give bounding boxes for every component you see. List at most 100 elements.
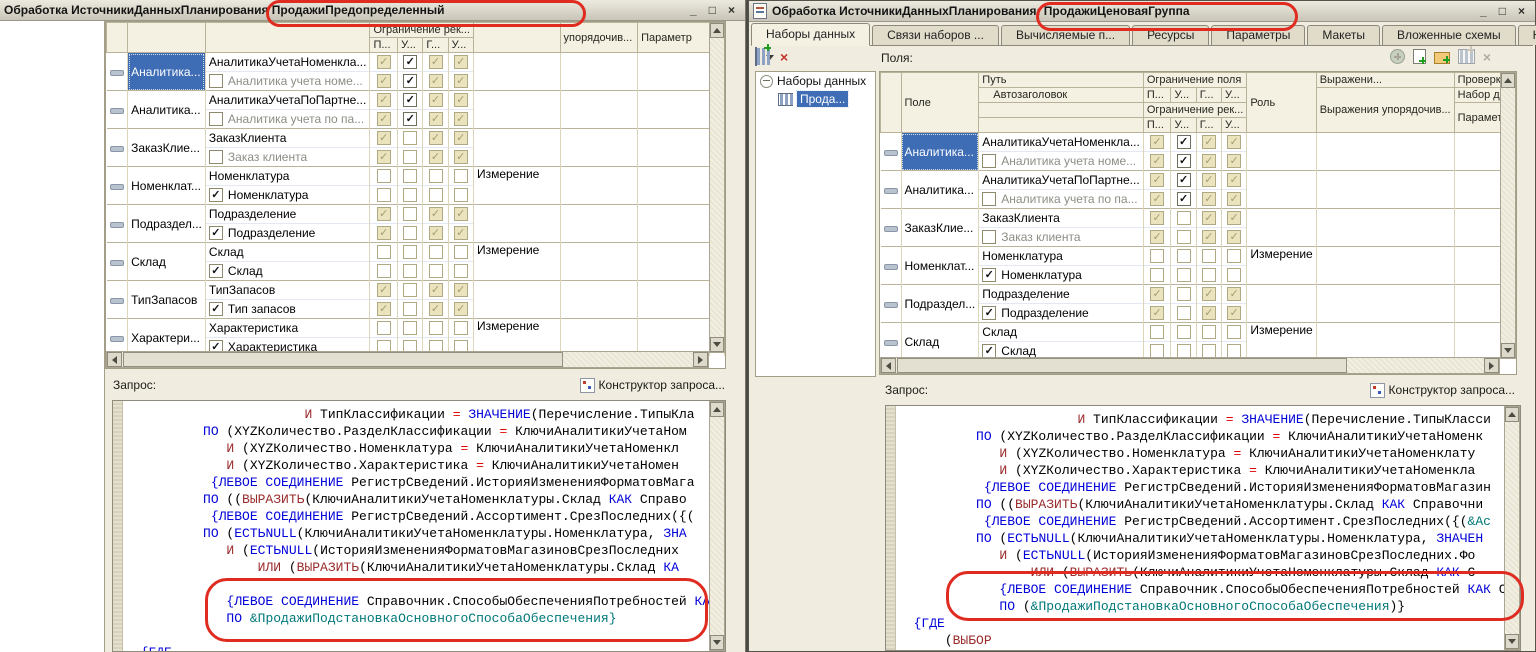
empty-cell[interactable]: [1316, 247, 1454, 285]
field-path-cell[interactable]: АналитикаУчетаПоПартне...: [205, 91, 370, 110]
restriction-checkbox[interactable]: [1227, 192, 1241, 206]
drag-handle-icon[interactable]: [884, 188, 898, 194]
restriction-checkbox[interactable]: [1227, 173, 1241, 187]
query-editor-left[interactable]: И ТипКлассификации = ЗНАЧЕНИЕ(Перечислен…: [112, 400, 726, 652]
restriction-checkbox[interactable]: [1202, 192, 1216, 206]
restriction-cell[interactable]: [448, 300, 473, 319]
empty-cell[interactable]: [638, 281, 710, 319]
add-field-button[interactable]: [1390, 49, 1405, 64]
scroll-right-button[interactable]: [1484, 358, 1499, 373]
restriction-cell[interactable]: [398, 148, 423, 167]
restriction-checkbox[interactable]: [377, 112, 391, 126]
restriction-checkbox[interactable]: [377, 207, 391, 221]
restriction-checkbox[interactable]: [1150, 173, 1164, 187]
add-dataset-button[interactable]: [755, 48, 757, 66]
field-row-main[interactable]: Аналитика...АналитикаУчетаНоменкла...: [881, 133, 1518, 152]
restriction-checkbox[interactable]: [429, 74, 443, 88]
restriction-checkbox[interactable]: [429, 283, 443, 297]
empty-cell[interactable]: [1316, 285, 1454, 323]
vertical-scrollbar[interactable]: [709, 22, 725, 353]
restriction-checkbox[interactable]: [1227, 306, 1241, 320]
restriction-checkbox[interactable]: [454, 188, 468, 202]
row-handle-cell[interactable]: [881, 323, 902, 361]
empty-cell[interactable]: [560, 167, 638, 205]
restriction-checkbox[interactable]: [1227, 211, 1241, 225]
field-role-cell[interactable]: [1247, 285, 1316, 323]
restriction-cell[interactable]: [1143, 152, 1171, 171]
restriction-checkbox[interactable]: [1227, 325, 1241, 339]
restriction-cell[interactable]: [1196, 323, 1221, 342]
tab-6[interactable]: Макеты: [1307, 25, 1380, 45]
restriction-cell[interactable]: [448, 224, 473, 243]
field-autotitle-cell[interactable]: Аналитика учета по па...: [205, 110, 370, 129]
field-row-main[interactable]: ЗаказКлие...ЗаказКлиента: [881, 209, 1518, 228]
field-autotitle-cell[interactable]: Тип запасов: [205, 300, 370, 319]
row-handle-cell[interactable]: [107, 205, 128, 243]
restriction-checkbox[interactable]: [1202, 287, 1216, 301]
restriction-checkbox[interactable]: [377, 264, 391, 278]
restriction-checkbox[interactable]: [454, 264, 468, 278]
restriction-cell[interactable]: [423, 205, 448, 224]
restriction-cell[interactable]: [370, 72, 398, 91]
restriction-cell[interactable]: [448, 319, 473, 338]
row-handle-cell[interactable]: [881, 209, 902, 247]
restriction-checkbox[interactable]: [1177, 249, 1191, 263]
restriction-checkbox[interactable]: [1150, 154, 1164, 168]
restriction-checkbox[interactable]: [377, 93, 391, 107]
fields-grid-left[interactable]: Ограничение рек...упорядочив...ПараметрП…: [105, 21, 726, 369]
restriction-cell[interactable]: [423, 262, 448, 281]
query-editor-right[interactable]: И ТипКлассификации = ЗНАЧЕНИЕ(Перечислен…: [885, 405, 1521, 651]
restriction-checkbox[interactable]: [403, 55, 417, 69]
dataset-tree[interactable]: Наборы данных Прода...: [755, 71, 876, 377]
restriction-checkbox[interactable]: [1177, 211, 1191, 225]
restriction-cell[interactable]: [423, 243, 448, 262]
restriction-checkbox[interactable]: [454, 112, 468, 126]
restriction-cell[interactable]: [1222, 228, 1247, 247]
field-row-main[interactable]: Подраздел...Подразделение: [107, 205, 725, 224]
restriction-cell[interactable]: [448, 110, 473, 129]
restriction-cell[interactable]: [370, 167, 398, 186]
close-button[interactable]: ×: [1518, 6, 1525, 16]
field-row-main[interactable]: СкладСкладИзмерение: [881, 323, 1518, 342]
add-folder-button[interactable]: [1434, 52, 1450, 64]
row-handle-cell[interactable]: [881, 285, 902, 323]
restriction-cell[interactable]: [423, 300, 448, 319]
restriction-checkbox[interactable]: [429, 226, 443, 240]
empty-cell[interactable]: [560, 281, 638, 319]
restriction-cell[interactable]: [1143, 171, 1171, 190]
restriction-cell[interactable]: [423, 110, 448, 129]
row-handle-cell[interactable]: [107, 53, 128, 91]
restriction-checkbox[interactable]: [1177, 135, 1191, 149]
drag-handle-icon[interactable]: [110, 298, 124, 304]
restriction-cell[interactable]: [1222, 171, 1247, 190]
restriction-cell[interactable]: [398, 281, 423, 300]
restriction-cell[interactable]: [1196, 133, 1221, 152]
restriction-checkbox[interactable]: [377, 74, 391, 88]
restriction-cell[interactable]: [1143, 133, 1171, 152]
scroll-right-button[interactable]: [693, 352, 708, 367]
restriction-cell[interactable]: [398, 262, 423, 281]
restriction-cell[interactable]: [1171, 285, 1196, 304]
restriction-cell[interactable]: [1222, 266, 1247, 285]
restriction-cell[interactable]: [398, 243, 423, 262]
restriction-checkbox[interactable]: [377, 169, 391, 183]
field-name-cell[interactable]: Подраздел...: [128, 205, 206, 243]
restriction-cell[interactable]: [448, 243, 473, 262]
field-path-cell[interactable]: Номенклатура: [205, 167, 370, 186]
empty-cell[interactable]: [1316, 171, 1454, 209]
restriction-checkbox[interactable]: [1227, 268, 1241, 282]
vertical-scrollbar[interactable]: [1504, 406, 1520, 650]
restriction-checkbox[interactable]: [1177, 306, 1191, 320]
restriction-checkbox[interactable]: [403, 245, 417, 259]
restriction-checkbox[interactable]: [454, 283, 468, 297]
restriction-cell[interactable]: [1143, 228, 1171, 247]
field-autotitle-cell[interactable]: Номенклатура: [205, 186, 370, 205]
field-path-cell[interactable]: Характеристика: [205, 319, 370, 338]
tab-2[interactable]: Связи наборов ...: [872, 25, 999, 45]
restriction-cell[interactable]: [423, 53, 448, 72]
restriction-cell[interactable]: [1143, 266, 1171, 285]
restriction-checkbox[interactable]: [1150, 249, 1164, 263]
restriction-cell[interactable]: [1143, 190, 1171, 209]
restriction-checkbox[interactable]: [1227, 249, 1241, 263]
field-path-cell[interactable]: ЗаказКлиента: [205, 129, 370, 148]
